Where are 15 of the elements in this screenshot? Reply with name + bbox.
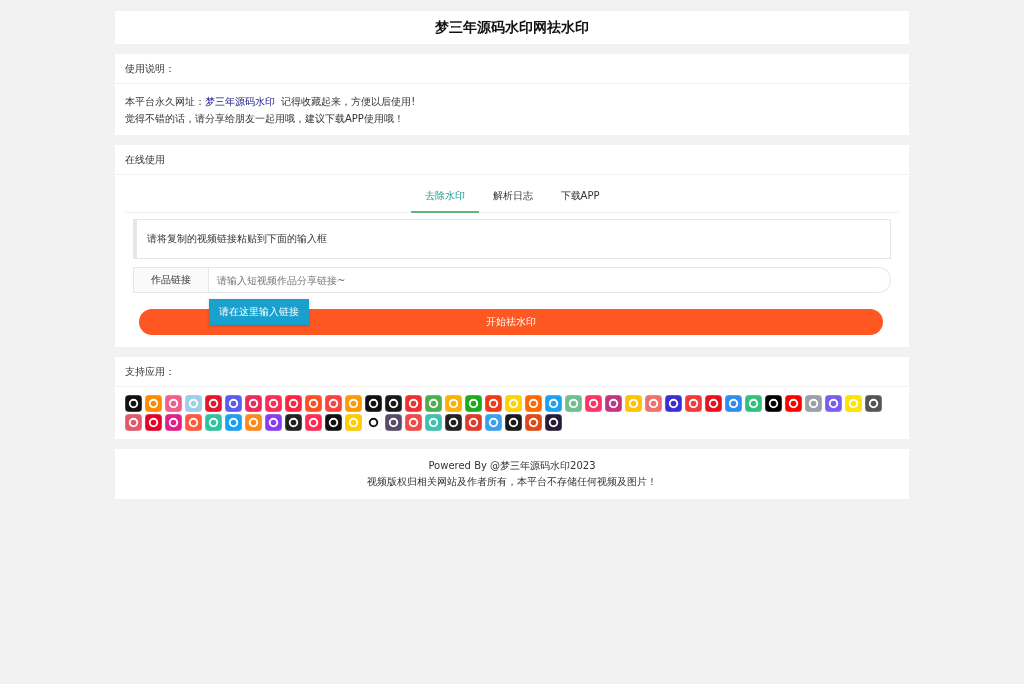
usage-text: 本平台永久网址：梦三年源码水印 记得收藏起来，方便以后使用! <box>125 95 417 109</box>
site-title: 梦三年源码水印网祛水印 <box>435 18 589 37</box>
card-heading: 使用说明： <box>125 61 175 76</box>
tab[interactable]: 解析日志 <box>478 183 547 212</box>
copyright-text: 视频版权归相关网站及作者所有，本平台不存储任何视频及图片！ <box>366 475 658 489</box>
card-heading: 支持应用： <box>125 364 175 379</box>
site-link[interactable]: 梦三年源码水印 <box>205 96 275 107</box>
card-heading: 在线使用 <box>125 152 165 167</box>
tooltip: 请在这里输入链接 <box>209 299 309 325</box>
powered-text: Powered By @梦三年源码水印2023 <box>427 459 597 473</box>
tab[interactable]: 下载APP <box>546 183 614 212</box>
link-input[interactable]: 请输入短视频作品分享链接~ <box>209 267 891 293</box>
field-label: 作品链接 <box>133 267 209 293</box>
usage-text: 觉得不错的话，请分享给朋友一起用哦，建议下载APP使用哦！ <box>125 112 405 126</box>
notice-box: 请将复制的视频链接粘贴到下面的输入框 <box>133 219 891 259</box>
